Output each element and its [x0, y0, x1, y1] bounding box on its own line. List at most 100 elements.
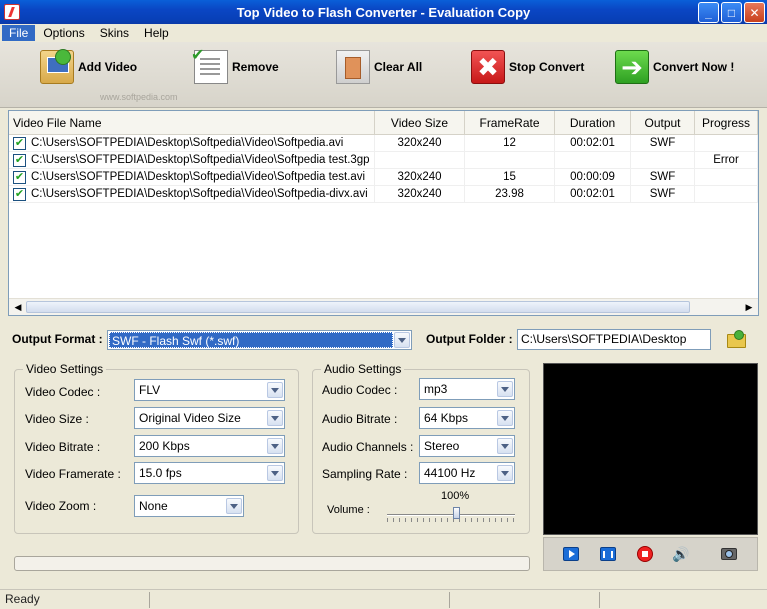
minimize-button[interactable]: _ — [698, 2, 719, 23]
chevron-down-icon[interactable] — [497, 381, 513, 397]
chevron-down-icon[interactable] — [497, 410, 513, 426]
menu-skins[interactable]: Skins — [93, 25, 136, 41]
window-title: Top Video to Flash Converter - Evaluatio… — [236, 4, 531, 20]
audio-codec-select[interactable]: mp3 — [419, 378, 515, 400]
table-row[interactable]: ✔ C:\Users\SOFTPEDIA\Desktop\Softpedia\Vi… — [9, 186, 758, 203]
video-zoom-label: Video Zoom : — [25, 499, 97, 513]
audio-bitrate-select[interactable]: 64 Kbps — [419, 407, 515, 429]
row-output: SWF — [631, 135, 695, 151]
file-list[interactable]: Video File Name Video Size FrameRate Dur… — [8, 110, 759, 316]
output-format-select[interactable]: SWF - Flash Swf (*.swf) — [107, 330, 412, 350]
volume-slider-track[interactable] — [387, 514, 515, 516]
row-video-size: 320x240 — [375, 186, 465, 202]
video-bitrate-value: 200 Kbps — [139, 439, 190, 453]
video-codec-label: Video Codec : — [25, 385, 101, 399]
row-video-size: 320x240 — [375, 169, 465, 185]
add-video-icon — [40, 49, 74, 84]
row-checkbox[interactable]: ✔ — [13, 187, 26, 201]
row-checkbox[interactable]: ✔ — [13, 153, 26, 167]
chevron-down-icon[interactable] — [497, 465, 513, 481]
row-output: SWF — [631, 186, 695, 202]
scroll-left-icon[interactable]: ◀ — [11, 301, 25, 314]
status-divider — [149, 592, 150, 608]
chevron-down-icon[interactable] — [267, 382, 283, 398]
video-framerate-select[interactable]: 15.0 fps — [134, 462, 285, 484]
play-icon[interactable] — [563, 547, 579, 561]
row-duration: 00:02:01 — [555, 135, 631, 151]
stop-convert-label: Stop Convert — [509, 60, 585, 74]
output-folder-field[interactable]: C:\Users\SOFTPEDIA\Desktop — [517, 329, 711, 350]
sampling-rate-value: 44100 Hz — [424, 466, 476, 480]
chevron-down-icon[interactable] — [267, 465, 283, 481]
maximize-button[interactable]: □ — [721, 2, 742, 23]
column-header-framerate[interactable]: FrameRate — [465, 111, 555, 134]
convert-now-label: Convert Now ! — [653, 60, 735, 74]
table-row[interactable]: ✔ C:\Users\SOFTPEDIA\Desktop\Softpedia\Vi… — [9, 135, 758, 152]
audio-codec-label: Audio Codec : — [322, 383, 398, 397]
table-row[interactable]: ✔ C:\Users\SOFTPEDIA\Desktop\Softpedia\Vi… — [9, 152, 758, 169]
row-progress — [695, 169, 758, 185]
conversion-progress-bar — [14, 556, 530, 571]
row-file-name: C:\Users\SOFTPEDIA\Desktop\Softpedia\Vid… — [31, 137, 344, 149]
video-bitrate-select[interactable]: 200 Kbps — [134, 435, 285, 457]
convert-now-button[interactable]: ➔ Convert Now ! — [615, 50, 734, 84]
toolbar: Add Video www.softpedia.com Remove Clear… — [0, 42, 767, 108]
row-output — [631, 152, 695, 168]
menu-help[interactable]: Help — [137, 25, 176, 41]
chevron-down-icon[interactable] — [497, 438, 513, 454]
video-framerate-value: 15.0 fps — [139, 466, 182, 480]
scroll-right-icon[interactable]: ▶ — [742, 301, 756, 314]
scroll-thumb[interactable] — [26, 301, 690, 313]
row-framerate: 23.98 — [465, 186, 555, 202]
row-checkbox[interactable]: ✔ — [13, 170, 26, 184]
add-video-button[interactable]: Add Video — [40, 49, 138, 84]
video-codec-value: FLV — [139, 383, 161, 397]
window-controls: _ □ ✕ — [698, 2, 765, 23]
audio-bitrate-value: 64 Kbps — [424, 411, 469, 425]
chevron-down-icon[interactable] — [226, 498, 242, 514]
video-size-label: Video Size : — [25, 412, 89, 426]
add-video-label: Add Video — [78, 60, 138, 74]
menu-file[interactable]: File — [2, 25, 36, 41]
column-header-progress[interactable]: Progress — [695, 111, 758, 134]
row-checkbox[interactable]: ✔ — [13, 136, 26, 150]
row-video-size — [375, 152, 465, 168]
column-header-video-size[interactable]: Video Size — [375, 111, 465, 134]
pause-icon[interactable] — [600, 547, 616, 561]
volume-label: Volume : — [327, 504, 370, 516]
column-header-output[interactable]: Output — [631, 111, 695, 134]
row-file-name: C:\Users\SOFTPEDIA\Desktop\Softpedia\Vid… — [31, 171, 366, 183]
column-header-file-name[interactable]: Video File Name — [9, 111, 375, 134]
file-list-header: Video File Name Video Size FrameRate Dur… — [9, 111, 758, 135]
volume-icon[interactable]: 🔊 — [672, 546, 689, 562]
column-header-duration[interactable]: Duration — [555, 111, 631, 134]
stop-icon[interactable] — [637, 546, 653, 562]
row-progress — [695, 135, 758, 151]
snapshot-icon[interactable] — [721, 548, 737, 560]
volume-slider-thumb[interactable] — [453, 507, 461, 519]
video-size-select[interactable]: Original Video Size — [134, 407, 285, 429]
status-bar: Ready — [0, 589, 767, 609]
file-list-body: ✔ C:\Users\SOFTPEDIA\Desktop\Softpedia\Vi… — [9, 135, 758, 299]
sampling-rate-select[interactable]: 44100 Hz — [419, 462, 515, 484]
video-codec-select[interactable]: FLV — [134, 379, 285, 401]
clear-all-button[interactable]: Clear All — [336, 50, 422, 84]
horizontal-scrollbar[interactable]: ◀ ▶ — [9, 298, 758, 315]
remove-button[interactable]: Remove — [191, 45, 279, 84]
row-video-size: 320x240 — [375, 135, 465, 151]
row-duration: 00:02:01 — [555, 186, 631, 202]
video-zoom-select[interactable]: None — [134, 495, 244, 517]
status-divider — [449, 592, 450, 608]
table-row[interactable]: ✔ C:\Users\SOFTPEDIA\Desktop\Softpedia\Vi… — [9, 169, 758, 186]
stop-convert-button[interactable]: ✖ Stop Convert — [471, 50, 584, 84]
close-button[interactable]: ✕ — [744, 2, 765, 23]
chevron-down-icon[interactable] — [267, 410, 283, 426]
chevron-down-icon[interactable] — [394, 332, 410, 348]
row-framerate: 15 — [465, 169, 555, 185]
audio-channels-select[interactable]: Stereo — [419, 435, 515, 457]
browse-folder-icon[interactable] — [726, 330, 746, 348]
sampling-rate-label: Sampling Rate : — [322, 467, 408, 481]
chevron-down-icon[interactable] — [267, 438, 283, 454]
menu-options[interactable]: Options — [36, 25, 91, 41]
row-duration — [555, 152, 631, 168]
